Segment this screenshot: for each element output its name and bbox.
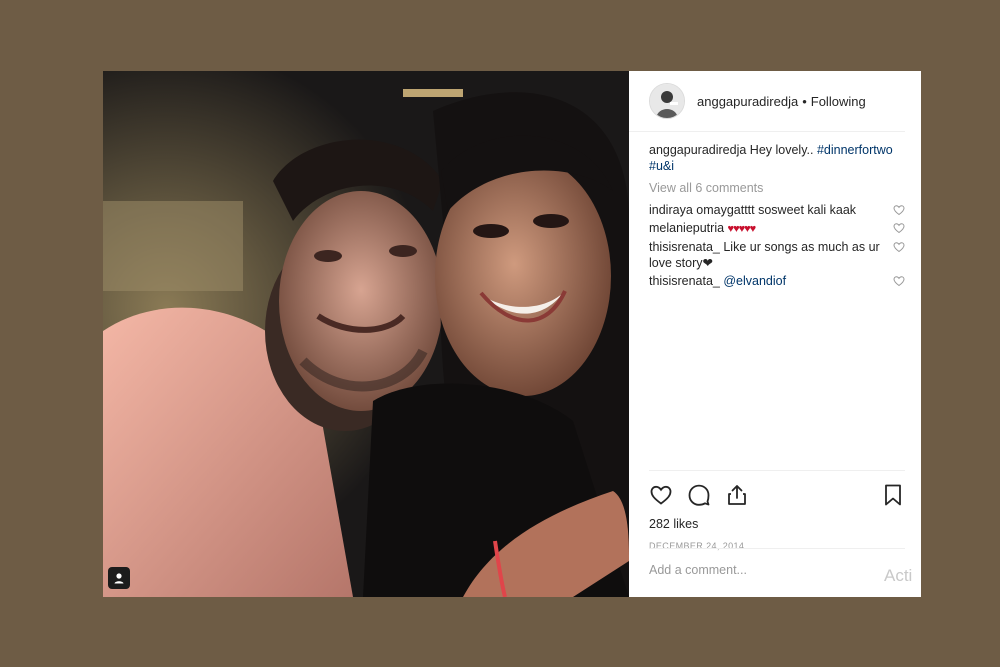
comment-icon[interactable] bbox=[687, 483, 711, 507]
caption-text: Hey lovely.. bbox=[749, 143, 814, 157]
user-tag-icon[interactable] bbox=[108, 567, 130, 589]
post-actions: 282 likes DECEMBER 24, 2014 bbox=[649, 470, 905, 551]
comment-text: omaygatttt sosweet kali kaak bbox=[696, 203, 857, 217]
post-caption: anggapuradiredja Hey lovely.. #dinnerfor… bbox=[649, 142, 905, 174]
share-icon[interactable] bbox=[725, 483, 749, 507]
action-icons bbox=[649, 475, 905, 515]
heart-icon[interactable] bbox=[649, 483, 673, 507]
like-comment-heart-icon[interactable] bbox=[893, 241, 905, 253]
avatar[interactable] bbox=[649, 83, 685, 119]
post-header: anggapuradiredja • Following bbox=[629, 71, 905, 132]
header-separator: • bbox=[802, 93, 807, 109]
bookmark-icon[interactable] bbox=[881, 483, 905, 507]
caption-username[interactable]: anggapuradiredja bbox=[649, 143, 746, 157]
post-sidebar: anggapuradiredja • Following anggapuradi… bbox=[629, 71, 921, 597]
selfie-photo-illustration bbox=[103, 71, 629, 597]
comment-username[interactable]: indiraya bbox=[649, 203, 693, 217]
comment: thisisrenata_ @elvandiof bbox=[649, 273, 905, 289]
view-all-comments-link[interactable]: View all 6 comments bbox=[649, 180, 905, 196]
author-username[interactable]: anggapuradiredja bbox=[697, 94, 798, 109]
comment: indiraya omaygatttt sosweet kali kaak bbox=[649, 202, 905, 218]
comment: melanieputria ♥♥♥♥♥ bbox=[649, 220, 905, 237]
add-comment-input[interactable]: Add a comment... bbox=[649, 548, 905, 577]
like-comment-heart-icon[interactable] bbox=[893, 204, 905, 216]
comment-username[interactable]: thisisrenata_ bbox=[649, 274, 720, 288]
hashtag-link[interactable]: #u&i bbox=[649, 159, 674, 173]
hashtag-link[interactable]: #dinnerfortwo bbox=[817, 143, 893, 157]
comment: thisisrenata_ Like ur songs as much as u… bbox=[649, 239, 905, 271]
comment-username[interactable]: melanieputria bbox=[649, 221, 724, 235]
comment-username[interactable]: thisisrenata_ bbox=[649, 240, 720, 254]
like-comment-heart-icon[interactable] bbox=[893, 275, 905, 287]
comments-section: anggapuradiredja Hey lovely.. #dinnerfor… bbox=[629, 132, 921, 291]
post-photo[interactable] bbox=[103, 71, 629, 597]
mention-link[interactable]: @elvandiof bbox=[723, 274, 786, 288]
instagram-post: anggapuradiredja • Following anggapuradi… bbox=[103, 71, 921, 597]
following-status[interactable]: Following bbox=[811, 94, 866, 109]
likes-count[interactable]: 282 likes bbox=[649, 517, 905, 531]
comment-text: ♥♥♥♥♥ bbox=[727, 223, 757, 235]
like-comment-heart-icon[interactable] bbox=[893, 222, 905, 234]
activate-windows-watermark: Acti bbox=[884, 566, 913, 585]
